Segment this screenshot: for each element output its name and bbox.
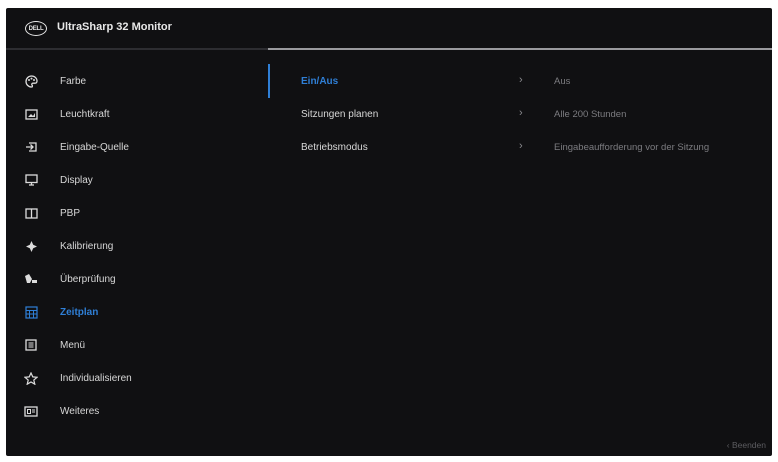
chevron-right-icon: › bbox=[519, 74, 523, 86]
pbp-icon bbox=[24, 206, 38, 220]
sidebar-item-label: Überprüfung bbox=[60, 274, 116, 285]
chevron-right-icon: › bbox=[519, 107, 523, 119]
sidebar-item-label: Farbe bbox=[60, 76, 87, 87]
sidebar-item-ueberpruefung[interactable]: Überprüfung bbox=[6, 268, 268, 292]
star-icon bbox=[24, 371, 38, 385]
submenu-row-value: Aus bbox=[554, 76, 571, 87]
sidebar-item-label: Individualisieren bbox=[60, 373, 132, 384]
sidebar-item-individualisieren[interactable]: Individualisieren bbox=[6, 367, 268, 391]
submenu-row-value: Eingabeaufforderung vor der Sitzung bbox=[554, 142, 710, 153]
sidebar-item-label: Zeitplan bbox=[60, 307, 99, 318]
dell-logo: DELL bbox=[25, 21, 47, 36]
osd-title: UltraSharp 32 Monitor bbox=[57, 21, 172, 33]
display-icon bbox=[24, 173, 38, 187]
sidebar-item-label: PBP bbox=[60, 208, 81, 219]
sidebar-item-label: Display bbox=[60, 175, 93, 186]
sidebar-item-eingabe-quelle[interactable]: Eingabe-Quelle bbox=[6, 136, 268, 160]
exit-button[interactable]: ‹ Beenden bbox=[727, 440, 766, 450]
sidebar-item-farbe[interactable]: Farbe bbox=[6, 70, 268, 94]
calendar-icon bbox=[24, 305, 38, 319]
submenu-row-ein-aus[interactable]: Ein/Aus › Aus bbox=[268, 64, 772, 98]
sidebar-item-zeitplan[interactable]: Zeitplan bbox=[6, 301, 268, 325]
submenu-row-label: Betriebsmodus bbox=[301, 142, 368, 153]
chevron-right-icon: › bbox=[519, 140, 523, 152]
menu-icon bbox=[24, 338, 38, 352]
brightness-icon bbox=[24, 107, 38, 121]
sidebar-item-label: Eingabe-Quelle bbox=[60, 142, 129, 153]
submenu-row-sitzungen-planen[interactable]: Sitzungen planen › Alle 200 Stunden bbox=[268, 103, 772, 125]
monitor-osd: DELL UltraSharp 32 Monitor Farbe Leuchtk… bbox=[6, 8, 772, 456]
selection-marker bbox=[268, 64, 270, 98]
header-divider-right bbox=[268, 48, 772, 50]
sidebar-item-label: Kalibrierung bbox=[60, 241, 114, 252]
calibration-icon bbox=[24, 239, 38, 253]
sidebar-item-menue[interactable]: Menü bbox=[6, 334, 268, 358]
submenu-row-label: Ein/Aus bbox=[301, 76, 339, 87]
submenu-row-label: Sitzungen planen bbox=[301, 109, 379, 120]
sidebar-item-pbp[interactable]: PBP bbox=[6, 202, 268, 226]
sidebar-item-leuchtkraft[interactable]: Leuchtkraft bbox=[6, 103, 268, 127]
validation-icon bbox=[24, 272, 38, 286]
header-divider-left bbox=[6, 48, 268, 50]
sidebar-item-label: Weiteres bbox=[60, 406, 100, 417]
submenu-row-betriebsmodus[interactable]: Betriebsmodus › Eingabeaufforderung vor … bbox=[268, 136, 772, 158]
input-source-icon bbox=[24, 140, 38, 154]
others-icon bbox=[24, 404, 38, 418]
sidebar-item-label: Menü bbox=[60, 340, 86, 351]
osd-header: DELL UltraSharp 32 Monitor bbox=[6, 8, 772, 48]
sidebar-item-kalibrierung[interactable]: Kalibrierung bbox=[6, 235, 268, 259]
sidebar-item-weiteres[interactable]: Weiteres bbox=[6, 400, 268, 424]
submenu-row-value: Alle 200 Stunden bbox=[554, 109, 627, 120]
sidebar-item-display[interactable]: Display bbox=[6, 169, 268, 193]
palette-icon bbox=[24, 74, 38, 88]
sidebar-item-label: Leuchtkraft bbox=[60, 109, 110, 120]
